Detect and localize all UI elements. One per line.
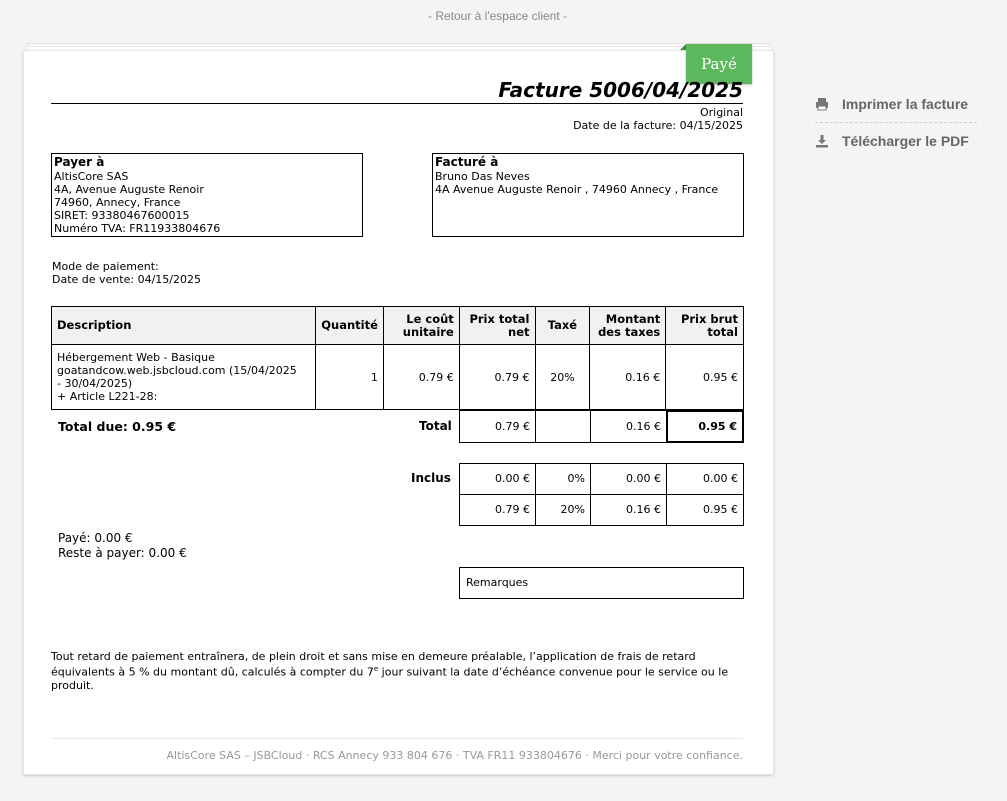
- billed-line: 4A Avenue Auguste Renoir , 74960 Annecy …: [435, 183, 719, 196]
- download-pdf-label: Télécharger le PDF: [842, 133, 969, 149]
- payment-mode: Mode de paiement:: [52, 260, 159, 273]
- item-net-total: 0.79 €: [458, 344, 536, 410]
- included-gross: 0.00 €: [666, 463, 744, 495]
- col-taxed: Taxé: [534, 306, 591, 345]
- back-to-client-area-link[interactable]: - Retour à l'espace client -: [0, 9, 995, 23]
- download-pdf-button[interactable]: Télécharger le PDF: [815, 127, 977, 155]
- billed-heading: Facturé à: [435, 155, 499, 169]
- legal-text: jour suivant la date d’échéance convenue…: [378, 665, 729, 679]
- included-tax: 0.00 €: [590, 463, 667, 495]
- sale-date: Date de vente: 04/15/2025: [52, 273, 201, 286]
- print-invoice-button[interactable]: Imprimer la facture: [815, 90, 977, 118]
- legal-line: produit.: [51, 678, 94, 692]
- col-quantity: Quantité: [315, 306, 384, 345]
- payee-line: 4A, Avenue Auguste Renoir: [54, 183, 204, 196]
- payee-line: AltisCore SAS: [54, 170, 129, 183]
- included-tax: 0.16 €: [590, 494, 667, 526]
- description-line: + Article L221-28:: [57, 390, 158, 403]
- total-due: Total due: 0.95 €: [58, 419, 177, 434]
- included-gross: 0.95 €: [666, 494, 744, 526]
- col-description: Description: [50, 306, 317, 345]
- copy-label: Original: [699, 106, 743, 119]
- payee-heading: Payer à: [54, 155, 105, 169]
- payee-line: SIRET: 93380467600015: [54, 209, 190, 222]
- payee-line: Numéro TVA: FR11933804676: [54, 222, 221, 235]
- included-net: 0.79 €: [459, 494, 536, 526]
- paid-amount: Payé: 0.00 €: [58, 531, 133, 545]
- col-gross-total: Prix brut total: [665, 306, 744, 345]
- item-gross-total: 0.95 €: [665, 344, 744, 410]
- invoice-footer: AltisCore SAS – JSBCloud · RCS Annecy 93…: [166, 749, 743, 762]
- total-gross: 0.95 €: [666, 410, 744, 443]
- table-header-row: Description Quantité Le coût unitaire Pr…: [50, 306, 744, 345]
- invoice-title: Facture 5006/04/2025: [498, 78, 743, 102]
- billed-to-box: Facturé à Bruno Das Neves 4A Avenue Augu…: [432, 153, 744, 237]
- item-unit-cost: 0.79 €: [382, 344, 460, 410]
- print-invoice-label: Imprimer la facture: [842, 96, 969, 112]
- legal-line: Tout retard de paiement entraînera, de p…: [51, 650, 696, 663]
- item-tax-amount: 0.16 €: [589, 344, 667, 410]
- item-quantity: 1: [315, 344, 384, 410]
- print-icon: [815, 97, 829, 111]
- payee-line: 74960, Annecy, France: [54, 196, 181, 209]
- billed-line: Bruno Das Neves: [435, 170, 530, 183]
- included-rate: 20%: [535, 494, 591, 526]
- included-label: Inclus: [411, 471, 451, 485]
- download-icon: [815, 134, 829, 148]
- table-row: Hébergement Web - Basique goatandcow.web…: [50, 344, 744, 410]
- total-tax: 0.16 €: [590, 410, 667, 443]
- item-tax-rate: 20%: [534, 344, 591, 410]
- remarks-box: Remarques: [459, 567, 744, 599]
- legal-text: équivalents à 5 % du montant dû, calculé…: [51, 665, 374, 679]
- late-payment-notice: Tout retard de paiement entraînera, de p…: [51, 650, 751, 692]
- included-net: 0.00 €: [459, 463, 536, 495]
- actions-divider: [815, 122, 977, 123]
- payee-box: Payer à AltisCore SAS 4A, Avenue Auguste…: [51, 153, 363, 237]
- col-unit-cost: Le coût unitaire: [382, 306, 460, 345]
- total-label: Total: [419, 419, 452, 433]
- col-net-total: Prix total net: [458, 306, 536, 345]
- legal-line: équivalents à 5 % du montant dû, calculé…: [51, 663, 751, 679]
- description-line: - 30/04/2025): [57, 377, 133, 390]
- invoice-items-table: Description Quantité Le coût unitaire Pr…: [50, 306, 744, 410]
- remaining-amount: Reste à payer: 0.00 €: [58, 546, 187, 560]
- item-description: Hébergement Web - Basique goatandcow.web…: [50, 344, 317, 410]
- included-rate: 0%: [535, 463, 591, 495]
- description-line: goatandcow.web.jsbcloud.com (15/04/2025: [57, 364, 297, 377]
- description-line: Hébergement Web - Basique: [57, 351, 215, 364]
- col-tax-amount: Montant des taxes: [589, 306, 667, 345]
- title-divider: [51, 103, 743, 104]
- total-net: 0.79 €: [459, 410, 536, 443]
- invoice-date: Date de la facture: 04/15/2025: [573, 119, 743, 132]
- total-tax-rate-empty: [535, 410, 591, 443]
- footer-divider: [51, 738, 743, 739]
